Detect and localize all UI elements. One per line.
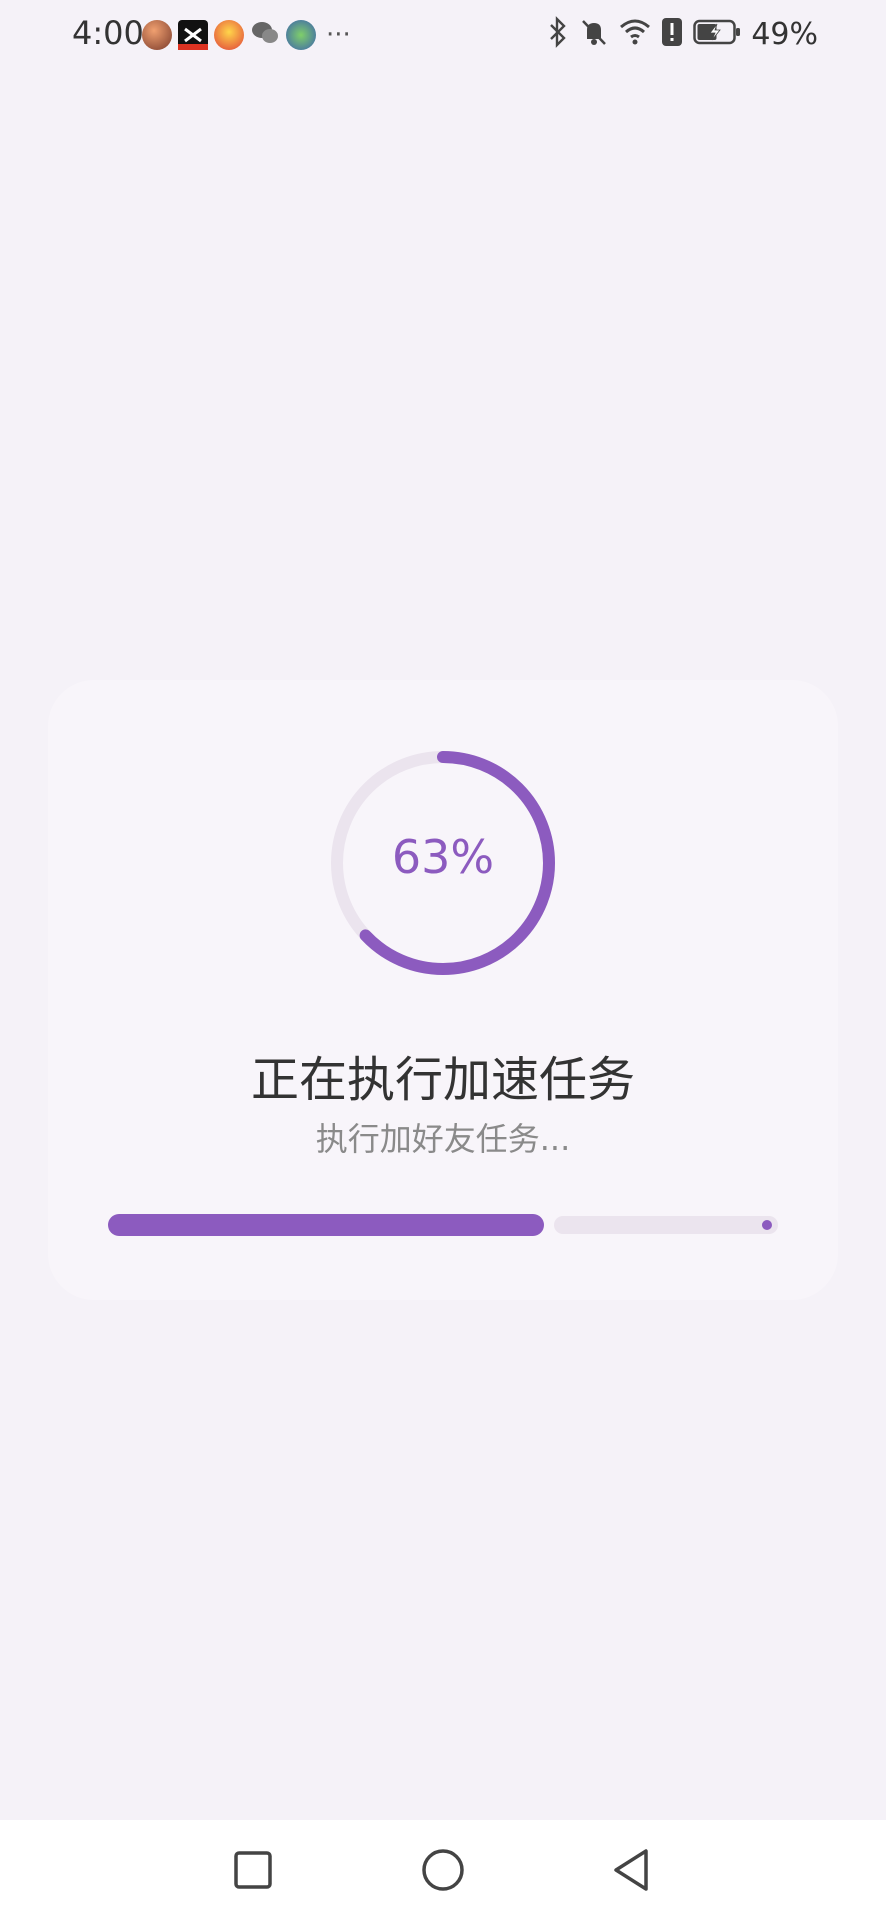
progress-bar	[108, 1214, 778, 1236]
wifi-icon	[619, 18, 651, 50]
triangle-back-icon	[614, 1849, 648, 1891]
navigation-bar	[0, 1820, 886, 1920]
notification-icons: ···	[142, 18, 351, 52]
task-title: 正在执行加速任务	[250, 1052, 635, 1108]
progress-bar-fill	[108, 1214, 544, 1236]
status-time: 4:00	[72, 14, 144, 52]
battery-percentage: 49%	[751, 16, 818, 52]
system-status: 49%	[547, 16, 818, 52]
capcut-icon	[178, 20, 208, 50]
more-notifications: ···	[326, 20, 351, 50]
recent-apps-button[interactable]	[228, 1845, 278, 1895]
app-avatar-icon	[142, 20, 172, 50]
square-icon	[234, 1851, 272, 1889]
bluetooth-icon	[547, 16, 569, 52]
game2-icon	[286, 20, 316, 50]
alert-icon	[661, 17, 683, 51]
progress-percent: 63%	[391, 830, 495, 884]
wechat-icon	[250, 18, 280, 52]
game-icon	[214, 20, 244, 50]
home-button[interactable]	[418, 1845, 468, 1895]
mute-bell-icon	[579, 17, 609, 51]
task-subtitle: 执行加好友任务...	[315, 1120, 571, 1158]
back-button[interactable]	[608, 1845, 658, 1895]
battery-charging-icon	[693, 18, 741, 50]
progress-bar-end-dot	[762, 1220, 772, 1230]
circle-icon	[422, 1849, 464, 1891]
progress-bar-remaining	[554, 1216, 778, 1234]
status-bar: 4:00 ··· 49%	[0, 0, 886, 70]
